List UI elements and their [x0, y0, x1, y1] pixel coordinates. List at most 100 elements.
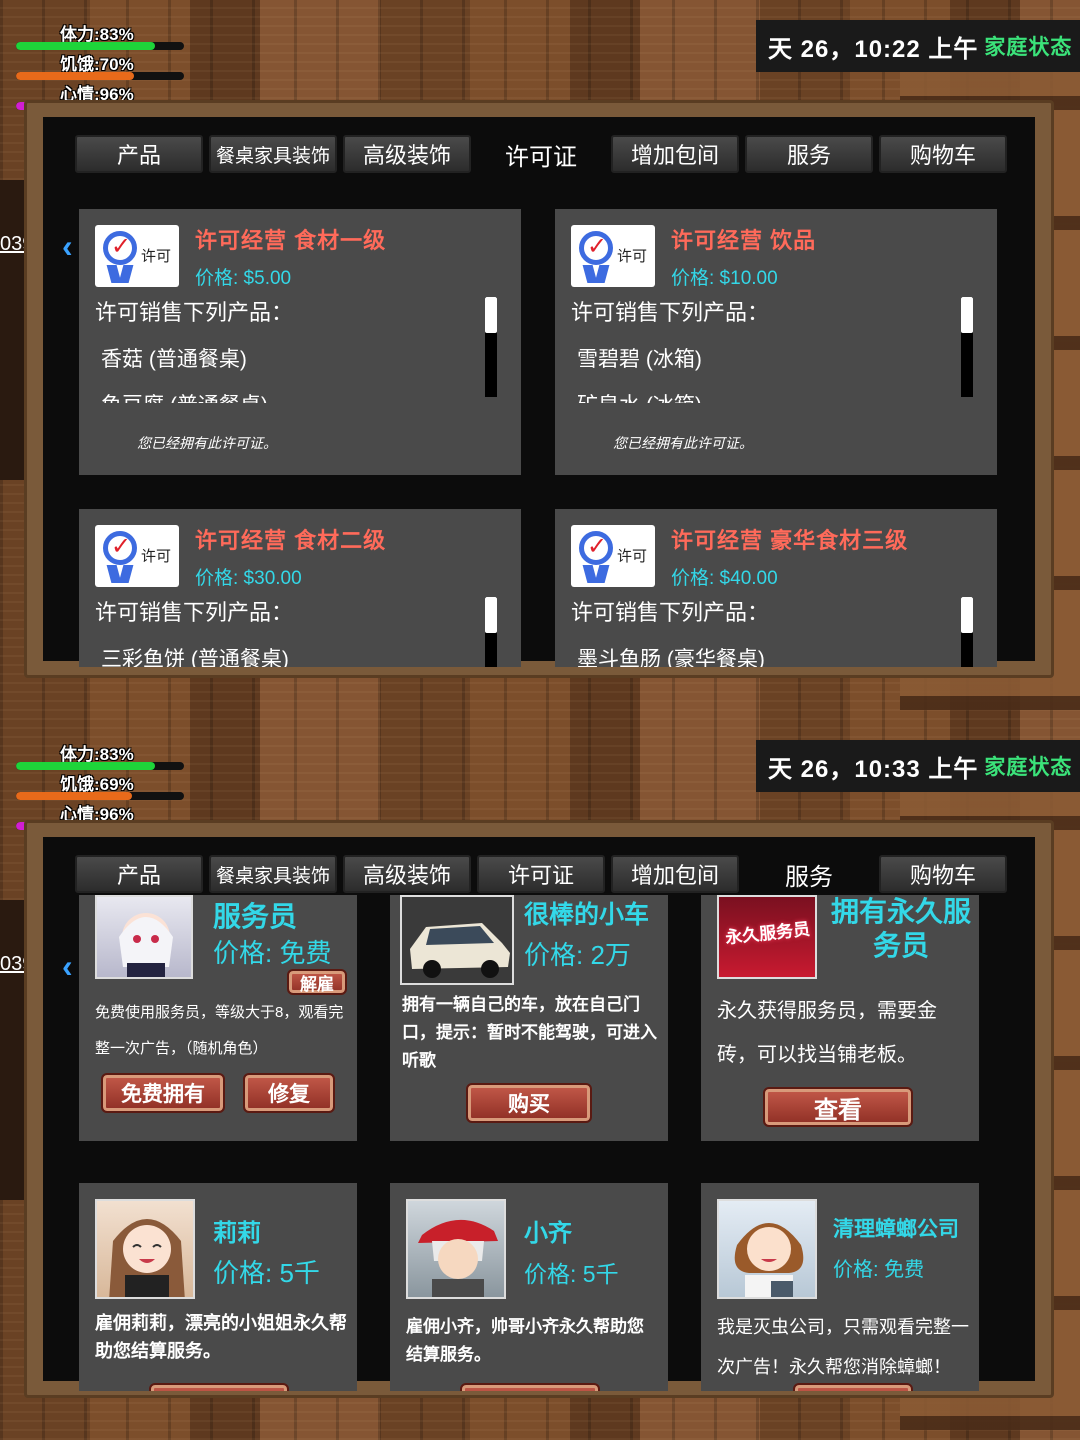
service-card-lily[interactable]: 莉莉 价格: 5千 雇佣莉莉，漂亮的小姐姐永久帮助您结算服务。: [79, 1183, 357, 1391]
service-card-pest-control[interactable]: 清理蟑螂公司 价格: 免费 我是灭虫公司，只需观看完整一次广告！永久帮您消除蟑螂…: [701, 1183, 979, 1391]
license-certificate-icon: 许可: [571, 225, 655, 287]
status-bars: 体力:83% 饥饿:69% 心情:96%: [16, 740, 186, 830]
license-price: 价格: $30.00: [195, 568, 302, 589]
service-price: 价格: 5千: [213, 1258, 320, 1288]
time-display: 天 26，10:22 上午 家庭状态: [756, 20, 1080, 72]
hunger-bar: [16, 72, 134, 80]
chevron-left-icon[interactable]: ‹: [62, 948, 73, 985]
tab-products[interactable]: 产品: [75, 855, 203, 893]
car-image: [400, 895, 514, 985]
service-description: 我是灭虫公司，只需观看完整一次广告！永久帮您消除蟑螂！: [717, 1317, 969, 1377]
license-subtitle: 许可销售下列产品：: [571, 600, 770, 625]
service-title: 莉莉: [213, 1220, 261, 1247]
license-price: 价格: $10.00: [671, 268, 778, 289]
pest-control-portrait: [717, 1199, 817, 1299]
service-title: 服务员: [213, 901, 298, 932]
service-description: 拥有一辆自己的车，放在自己门口，提示：暂时不能驾驶，可进入听歌: [402, 995, 657, 1070]
scrollbar[interactable]: [485, 597, 497, 667]
service-title: 小齐: [524, 1220, 572, 1247]
view-button[interactable]: 查看: [763, 1087, 913, 1127]
service-title: 很棒的小车: [524, 901, 650, 929]
license-screen: 体力:83% 饥饿:70% 心情:96% 天 26，10:22 上午 家庭状态 0…: [0, 0, 1080, 720]
service-card-waiter[interactable]: 服务员 价格: 免费 解雇 免费使用服务员，等级大于8，观看完整一次广告，（随机…: [79, 895, 357, 1141]
service-description: 雇佣小齐，帅哥小齐永久帮助您结算服务。: [406, 1317, 644, 1364]
service-price: 价格: 2万: [524, 940, 631, 970]
free-own-button[interactable]: 免费拥有: [101, 1073, 225, 1113]
stamina-stat: 体力:83%: [16, 20, 186, 50]
license-price: 价格: $5.00: [195, 268, 292, 289]
clock-text: 天 26，10:33 上午: [768, 755, 979, 783]
license-card[interactable]: 许可 许可经营 食材二级 价格: $30.00 许可销售下列产品： 三彩鱼饼 (…: [79, 509, 521, 667]
family-status-button[interactable]: 家庭状态: [984, 751, 1072, 781]
tab-premium-decor[interactable]: 高级装饰: [343, 855, 471, 893]
hire-button[interactable]: [793, 1383, 913, 1391]
service-card-xiaoqi[interactable]: 小齐 价格: 5千 雇佣小齐，帅哥小齐永久帮助您结算服务。: [390, 1183, 668, 1391]
license-title: 许可经营 豪华食材三级: [671, 528, 909, 553]
service-description: 免费使用服务员，等级大于8，观看完整一次广告，（随机角色）: [95, 1004, 344, 1057]
repair-button[interactable]: 修复: [243, 1073, 335, 1113]
chevron-left-icon[interactable]: ‹: [62, 228, 73, 265]
buy-button[interactable]: 购买: [466, 1083, 592, 1123]
tab-rooms[interactable]: 增加包间: [611, 135, 739, 173]
license-item: 鱼豆腐 (普通餐桌): [101, 389, 268, 403]
dismiss-button[interactable]: 解雇: [287, 969, 347, 995]
owned-note: 您已经拥有此许可证。: [613, 435, 753, 451]
tab-services[interactable]: 服务: [745, 135, 873, 173]
license-item: 雪碧碧 (冰箱): [577, 348, 702, 371]
scrollbar[interactable]: [961, 597, 973, 667]
service-title: 清理蟑螂公司: [833, 1218, 959, 1241]
tab-cart[interactable]: 购物车: [879, 855, 1007, 893]
license-price: 价格: $40.00: [671, 568, 778, 589]
status-bars: 体力:83% 饥饿:70% 心情:96%: [16, 20, 186, 110]
scrollbar[interactable]: [485, 297, 497, 397]
tab-furniture[interactable]: 餐桌家具装饰: [209, 135, 337, 173]
stamina-stat: 体力:83%: [16, 740, 186, 770]
tab-services[interactable]: 服务: [745, 855, 873, 893]
services-screen: 体力:83% 饥饿:69% 心情:96% 天 26，10:33 上午 家庭状态 0…: [0, 720, 1080, 1440]
shop-tabs: 产品 餐桌家具装饰 高级装饰 许可证 增加包间 服务 购物车: [75, 855, 1007, 893]
license-item: 墨斗鱼肠 (豪华餐桌): [577, 648, 765, 667]
time-display: 天 26，10:33 上午 家庭状态: [756, 740, 1080, 792]
license-certificate-icon: 许可: [95, 525, 179, 587]
hire-button[interactable]: [460, 1383, 600, 1391]
license-certificate-icon: 许可: [571, 525, 655, 587]
tab-cart[interactable]: 购物车: [879, 135, 1007, 173]
hunger-bar: [16, 792, 132, 800]
waiter-portrait: [95, 895, 193, 979]
tab-rooms[interactable]: 增加包间: [611, 855, 739, 893]
shop-window: 产品 餐桌家具装饰 高级装饰 许可证 增加包间 服务 购物车 服务员 价格: 免…: [24, 820, 1054, 1398]
license-card[interactable]: 许可 许可经营 豪华食材三级 价格: $40.00 许可销售下列产品： 墨斗鱼肠…: [555, 509, 997, 667]
hunger-stat: 饥饿:69%: [16, 770, 186, 800]
service-card-permanent-waiter[interactable]: 永久服务员 拥有永久服务员 永久获得服务员，需要金砖，可以找当铺老板。 查看: [701, 895, 979, 1141]
shop-tabs: 产品 餐桌家具装饰 高级装饰 许可证 增加包间 服务 购物车: [75, 135, 1007, 173]
license-card[interactable]: 许可 许可经营 饮品 价格: $10.00 许可销售下列产品： 雪碧碧 (冰箱)…: [555, 209, 997, 475]
xiaoqi-portrait: [406, 1199, 506, 1299]
family-status-button[interactable]: 家庭状态: [984, 31, 1072, 61]
clock-text: 天 26，10:22 上午: [768, 35, 979, 63]
license-card[interactable]: 许可 许可经营 食材一级 价格: $5.00 许可销售下列产品： 香菇 (普通餐…: [79, 209, 521, 475]
license-subtitle: 许可销售下列产品：: [95, 300, 294, 325]
service-description: 永久获得服务员，需要金砖，可以找当铺老板。: [717, 1000, 937, 1066]
license-title: 许可经营 饮品: [671, 228, 817, 253]
license-subtitle: 许可销售下列产品：: [571, 300, 770, 325]
owned-note: 您已经拥有此许可证。: [137, 435, 277, 451]
tab-furniture[interactable]: 餐桌家具装饰: [209, 855, 337, 893]
service-price: 价格: 免费: [833, 1259, 925, 1281]
tab-premium-decor[interactable]: 高级装饰: [343, 135, 471, 173]
service-card-car[interactable]: 很棒的小车 价格: 2万 拥有一辆自己的车，放在自己门口，提示：暂时不能驾驶，可…: [390, 895, 668, 1141]
shop-window: 产品 餐桌家具装饰 高级装饰 许可证 增加包间 服务 购物车 许可 许可经营 食…: [24, 100, 1054, 678]
tab-licenses[interactable]: 许可证: [477, 855, 605, 893]
hire-button[interactable]: [149, 1383, 289, 1391]
stamina-bar: [16, 42, 156, 50]
license-item: 矿泉水 (冰箱): [577, 389, 702, 403]
license-item: 三彩鱼饼 (普通餐桌): [101, 648, 289, 667]
service-title: 拥有永久服务员: [831, 896, 972, 961]
tab-licenses[interactable]: 许可证: [477, 135, 605, 173]
shop-content: 产品 餐桌家具装饰 高级装饰 许可证 增加包间 服务 购物车 许可 许可经营 食…: [43, 117, 1035, 667]
scrollbar[interactable]: [961, 297, 973, 397]
lily-portrait: [95, 1199, 195, 1299]
tab-products[interactable]: 产品: [75, 135, 203, 173]
license-certificate-icon: 许可: [95, 225, 179, 287]
hunger-stat: 饥饿:70%: [16, 50, 186, 80]
license-item: 香菇 (普通餐桌): [101, 348, 247, 371]
